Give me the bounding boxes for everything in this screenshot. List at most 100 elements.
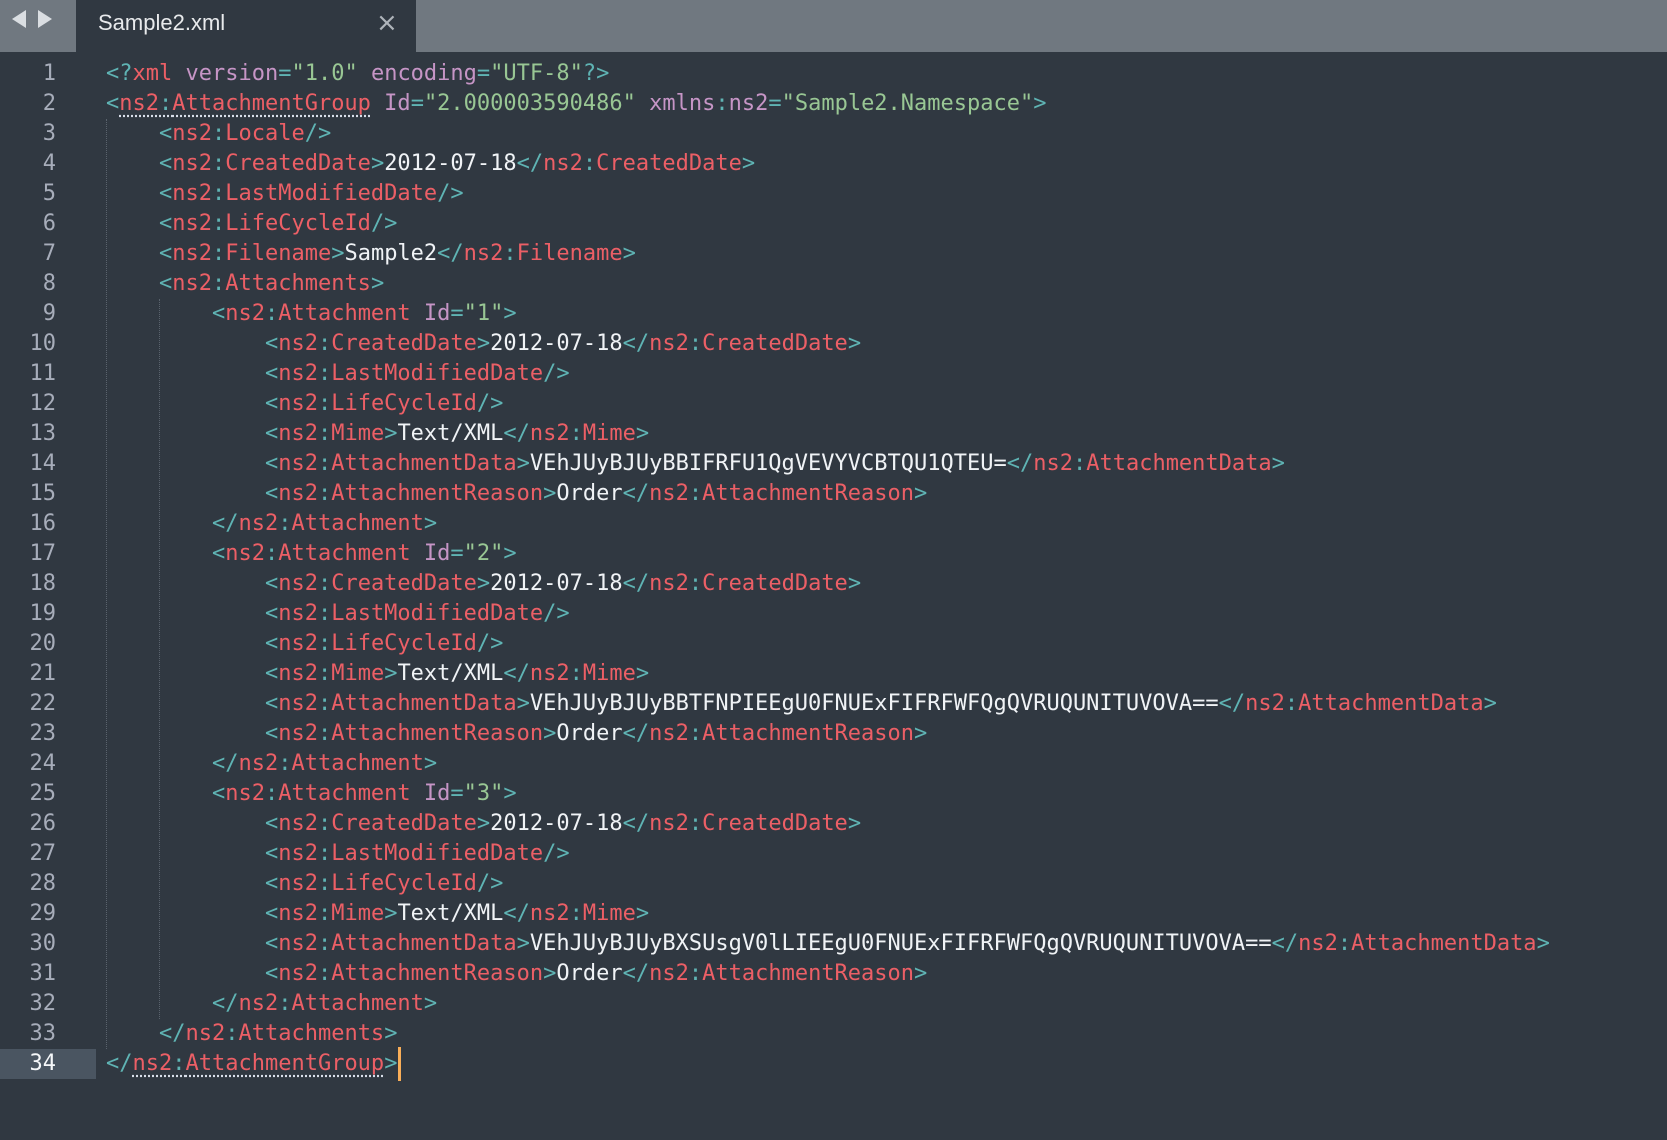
line-number: 32	[29, 991, 57, 1016]
code-token: ns2	[649, 481, 689, 506]
code-token: "1"	[463, 301, 504, 326]
code-token: :	[317, 841, 332, 866]
code-line[interactable]: <ns2:AttachmentGroup Id="2.000003590486"…	[106, 89, 1047, 119]
code-line[interactable]: <ns2:LifeCycleId/>	[106, 209, 397, 239]
code-token: </	[622, 811, 650, 836]
code-token: <	[264, 841, 279, 866]
code-line[interactable]: </ns2:Attachments>	[106, 1019, 397, 1049]
code-line[interactable]: <ns2:LifeCycleId/>	[106, 389, 503, 419]
code-line[interactable]: <ns2:Attachment Id="2">	[106, 539, 517, 569]
line-number: 29	[29, 901, 57, 926]
line-number: 16	[29, 511, 57, 536]
code-line[interactable]: <ns2:LastModifiedDate/>	[106, 599, 570, 629]
code-token: >	[516, 931, 530, 956]
code-token: :	[317, 691, 332, 716]
code-line[interactable]: <ns2:LastModifiedDate/>	[106, 359, 570, 389]
code-token: :	[317, 631, 332, 656]
code-editor[interactable]: 1 2 3 4 5 6 7 8 9 10 11 12 13 14 15 16 17 18 19 20 21 22 23 24 2…	[0, 52, 1667, 1140]
nav-back-icon[interactable]	[12, 10, 26, 28]
code-token: >	[914, 721, 928, 746]
code-line[interactable]: <ns2:AttachmentData>VEhJUyBJUyBBTFNPIEEg…	[106, 689, 1497, 719]
code-token: />	[370, 211, 398, 236]
code-token: :	[264, 541, 279, 566]
code-line[interactable]: </ns2:AttachmentGroup>	[106, 1049, 397, 1079]
code-line[interactable]: <ns2:Filename>Sample2</ns2:Filename>	[106, 239, 636, 269]
code-token: :	[264, 301, 279, 326]
code-token: ns2	[238, 511, 279, 536]
code-line[interactable]: <ns2:Mime>Text/XML</ns2:Mime>	[106, 659, 649, 689]
code-line[interactable]: <ns2:Mime>Text/XML</ns2:Mime>	[106, 419, 649, 449]
code-line[interactable]: <ns2:LifeCycleId/>	[106, 869, 503, 899]
code-token: >	[423, 751, 438, 776]
line-number: 25	[29, 781, 57, 806]
code-line[interactable]: </ns2:Attachment>	[106, 749, 437, 779]
code-token: Id	[370, 91, 411, 116]
code-token: :	[211, 241, 226, 266]
code-token: ns2	[278, 331, 318, 356]
tab-sample2-xml[interactable]: Sample2.xml ×	[76, 0, 416, 52]
code-token: :	[688, 721, 703, 746]
code-token: >	[1271, 451, 1285, 476]
code-token: AttachmentData	[331, 931, 517, 956]
code-token: :	[317, 481, 332, 506]
code-token: :	[278, 991, 292, 1016]
code-line[interactable]: <ns2:Mime>Text/XML</ns2:Mime>	[106, 899, 649, 929]
code-token: Locale	[225, 121, 305, 146]
code-line[interactable]: <ns2:LastModifiedDate/>	[106, 839, 570, 869]
code-line[interactable]: <ns2:AttachmentReason>Order</ns2:Attachm…	[106, 479, 927, 509]
code-token: >	[914, 961, 928, 986]
code-token: :	[688, 571, 703, 596]
text-cursor	[398, 1047, 402, 1081]
code-token: :	[211, 211, 226, 236]
code-line[interactable]: <ns2:AttachmentData>VEhJUyBJUyBXSUsgV0lL…	[106, 929, 1550, 959]
code-token: </	[622, 721, 650, 746]
code-token: >	[503, 781, 517, 806]
code-token: <	[158, 241, 173, 266]
code-line[interactable]: <ns2:AttachmentReason>Order</ns2:Attachm…	[106, 719, 927, 749]
code-line[interactable]: <ns2:Attachment Id="3">	[106, 779, 517, 809]
code-token: =	[476, 61, 491, 86]
code-line[interactable]: <ns2:CreatedDate>2012-07-18</ns2:Created…	[106, 149, 755, 179]
close-icon[interactable]: ×	[376, 9, 398, 37]
code-token: <	[264, 601, 279, 626]
code-token: <	[158, 121, 173, 146]
code-line[interactable]: <ns2:Attachments>	[106, 269, 384, 299]
line-number: 21	[29, 661, 57, 686]
code-token: >	[635, 661, 650, 686]
code-token: :	[688, 331, 703, 356]
code-line[interactable]: <ns2:CreatedDate>2012-07-18</ns2:Created…	[106, 329, 861, 359]
code-token: </	[158, 1021, 186, 1046]
code-line[interactable]: <ns2:Locale/>	[106, 119, 331, 149]
code-line[interactable]: <ns2:LastModifiedDate/>	[106, 179, 464, 209]
code-token: :	[582, 151, 597, 176]
code-line[interactable]: <ns2:AttachmentReason>Order</ns2:Attachm…	[106, 959, 927, 989]
code-token: :	[317, 571, 332, 596]
code-token: :	[317, 391, 332, 416]
code-token: :	[278, 751, 292, 776]
code-token: ns2	[278, 661, 318, 686]
code-token: </	[1006, 451, 1034, 476]
code-token: :	[569, 901, 583, 926]
code-line[interactable]: <ns2:Attachment Id="1">	[106, 299, 517, 329]
code-line[interactable]: </ns2:Attachment>	[106, 989, 437, 1019]
line-number: 12	[29, 391, 57, 416]
code-line[interactable]: <ns2:CreatedDate>2012-07-18</ns2:Created…	[106, 809, 861, 839]
code-line[interactable]: <?xml version="1.0" encoding="UTF-8"?>	[106, 59, 609, 89]
code-line[interactable]: <ns2:AttachmentData>VEhJUyBJUyBBIFRFU1Qg…	[106, 449, 1285, 479]
code-line[interactable]: <ns2:CreatedDate>2012-07-18</ns2:Created…	[106, 569, 861, 599]
line-number: 33	[29, 1021, 57, 1046]
code-token: Attachment	[278, 301, 411, 326]
code-area[interactable]: <?xml version="1.0" encoding="UTF-8"?> <n…	[106, 52, 1667, 1140]
code-token: ns2	[649, 811, 689, 836]
nav-forward-icon[interactable]	[38, 10, 52, 28]
code-token: <	[264, 451, 279, 476]
code-token: :	[317, 661, 332, 686]
code-token: "1.0"	[291, 61, 358, 86]
code-token: <	[158, 181, 173, 206]
code-line[interactable]: <ns2:LifeCycleId/>	[106, 629, 503, 659]
code-line[interactable]: </ns2:Attachment>	[106, 509, 437, 539]
